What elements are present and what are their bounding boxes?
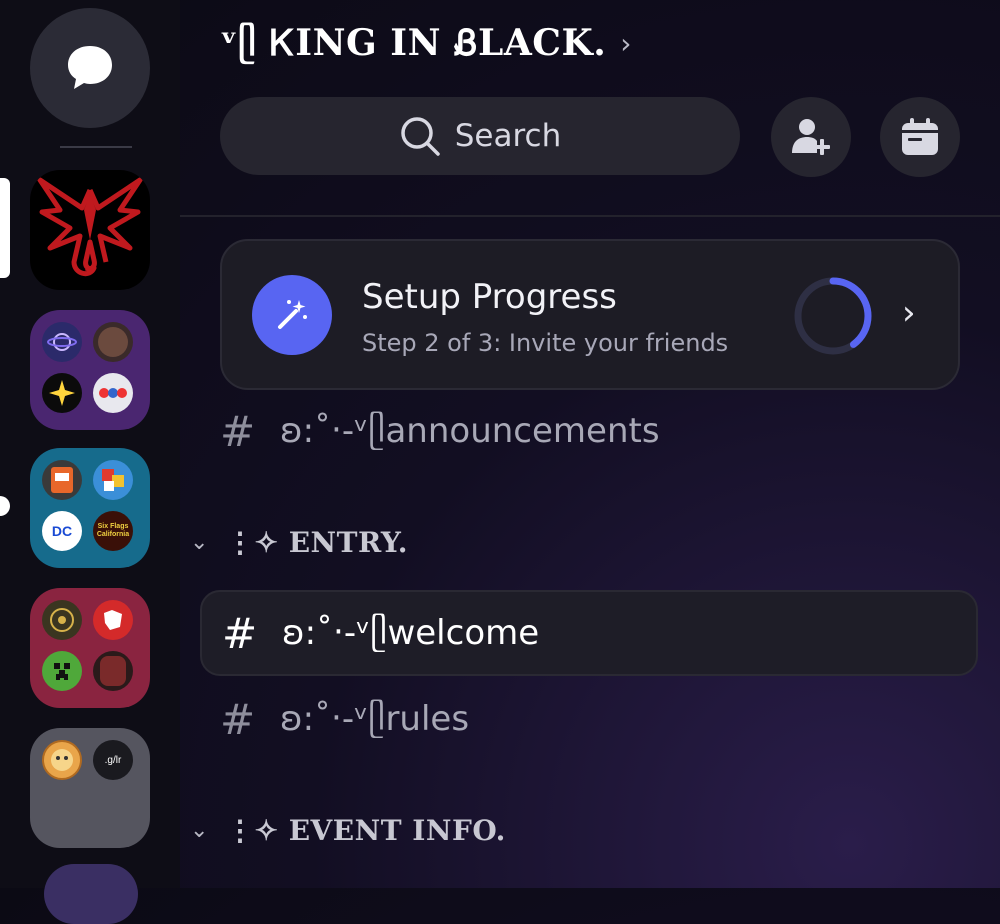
events-button[interactable]: [880, 97, 960, 177]
server-folder-4[interactable]: .g/lr: [30, 728, 150, 848]
chevron-down-icon: ⌄: [190, 818, 209, 843]
symbiote-spider-icon: [37, 177, 143, 277]
chat-bubble-icon: [68, 46, 112, 89]
server-mini-icon: [93, 322, 133, 362]
hash-icon: #: [220, 406, 256, 456]
chevron-right-icon: ›: [902, 293, 916, 333]
category-entry[interactable]: ⌄ ⋮✧ ENTRY.: [190, 526, 408, 559]
server-icon-partial[interactable]: [44, 864, 138, 924]
server-mini-icon: [42, 373, 82, 413]
server-mini-icon: [93, 460, 133, 500]
category-name: ⋮✧ ENTRY.: [226, 526, 409, 559]
creeper-icon: [54, 663, 70, 680]
server-mini-icon: [93, 600, 133, 640]
chevron-right-icon: ›: [620, 27, 632, 60]
search-icon: [400, 117, 440, 156]
channel-announcements[interactable]: # ʚ:˚‧-ᵛᥫannouncements: [200, 388, 978, 474]
direct-messages-button[interactable]: [30, 8, 150, 128]
setup-progress-card[interactable]: Setup Progress Step 2 of 3: Invite your …: [220, 239, 960, 390]
hash-icon: #: [222, 608, 258, 658]
setup-icon: [252, 275, 332, 355]
chevron-down-icon: ⌄: [190, 530, 209, 555]
server-mini-icon: [42, 651, 82, 691]
category-event-info[interactable]: ⌄ ⋮✧ EVENT INFO.: [190, 814, 506, 847]
channel-rules[interactable]: # ʚ:˚‧-ᵛᥫrules: [200, 676, 978, 762]
server-folder-2[interactable]: DC Six Flags California: [30, 448, 150, 568]
magic-wand-icon: [278, 300, 307, 329]
server-mini-icon: [93, 651, 133, 691]
unread-indicator: [0, 496, 10, 516]
invite-members-button[interactable]: [771, 97, 851, 177]
server-mini-icon: [42, 600, 82, 640]
hash-icon: #: [220, 694, 256, 744]
pokeballs-icon: [99, 388, 127, 398]
server-mini-icon: [93, 373, 133, 413]
channel-welcome[interactable]: # ʚ:˚‧-ᵛᥫwelcome: [200, 590, 978, 676]
rail-divider: [60, 146, 132, 148]
server-mini-icon: DC: [42, 511, 82, 551]
server-icon-king-in-black[interactable]: [30, 170, 150, 290]
progress-ring: [794, 277, 872, 355]
channel-name: ʚ:˚‧-ᵛᥫannouncements: [280, 411, 660, 451]
server-folder-3[interactable]: [30, 588, 150, 708]
search-label: Search: [454, 118, 562, 154]
guild-rail: DC Six Flags California .g/lr: [0, 0, 180, 924]
setup-subtitle: Step 2 of 3: Invite your friends: [362, 329, 729, 357]
ring-emblem-icon: [50, 608, 74, 632]
character-icon: [51, 467, 73, 493]
planet-icon: [47, 333, 77, 351]
server-mini-icon: [42, 460, 82, 500]
setup-title: Setup Progress: [362, 277, 617, 317]
category-name: ⋮✧ EVENT INFO.: [226, 814, 506, 847]
channel-name: ʚ:˚‧-ᵛᥫwelcome: [282, 613, 540, 653]
server-mini-icon: [42, 740, 82, 780]
search-bar[interactable]: Search: [220, 97, 740, 175]
gl-label: .g/lr: [104, 754, 122, 766]
face-icon: [51, 749, 73, 771]
six-flags-logo: Six Flags California: [96, 523, 130, 538]
map-icon: [104, 610, 122, 630]
calendar-icon: [902, 118, 938, 155]
add-user-icon: [792, 119, 830, 155]
server-name: ᵛᥫ ᏦING IN ᏰLACK.: [220, 22, 607, 64]
server-mini-icon: Six Flags California: [93, 511, 133, 551]
character-icon: [102, 469, 124, 491]
star-icon: [49, 380, 75, 406]
server-mini-icon: .g/lr: [93, 740, 133, 780]
server-folder-1[interactable]: [30, 310, 150, 430]
selected-indicator: [0, 178, 10, 278]
server-title-button[interactable]: ᵛᥫ ᏦING IN ᏰLACK. ›: [220, 22, 631, 65]
dc-logo: DC: [51, 523, 73, 539]
server-mini-icon: [42, 322, 82, 362]
header-divider: [180, 215, 1000, 217]
channel-name: ʚ:˚‧-ᵛᥫrules: [280, 699, 470, 739]
